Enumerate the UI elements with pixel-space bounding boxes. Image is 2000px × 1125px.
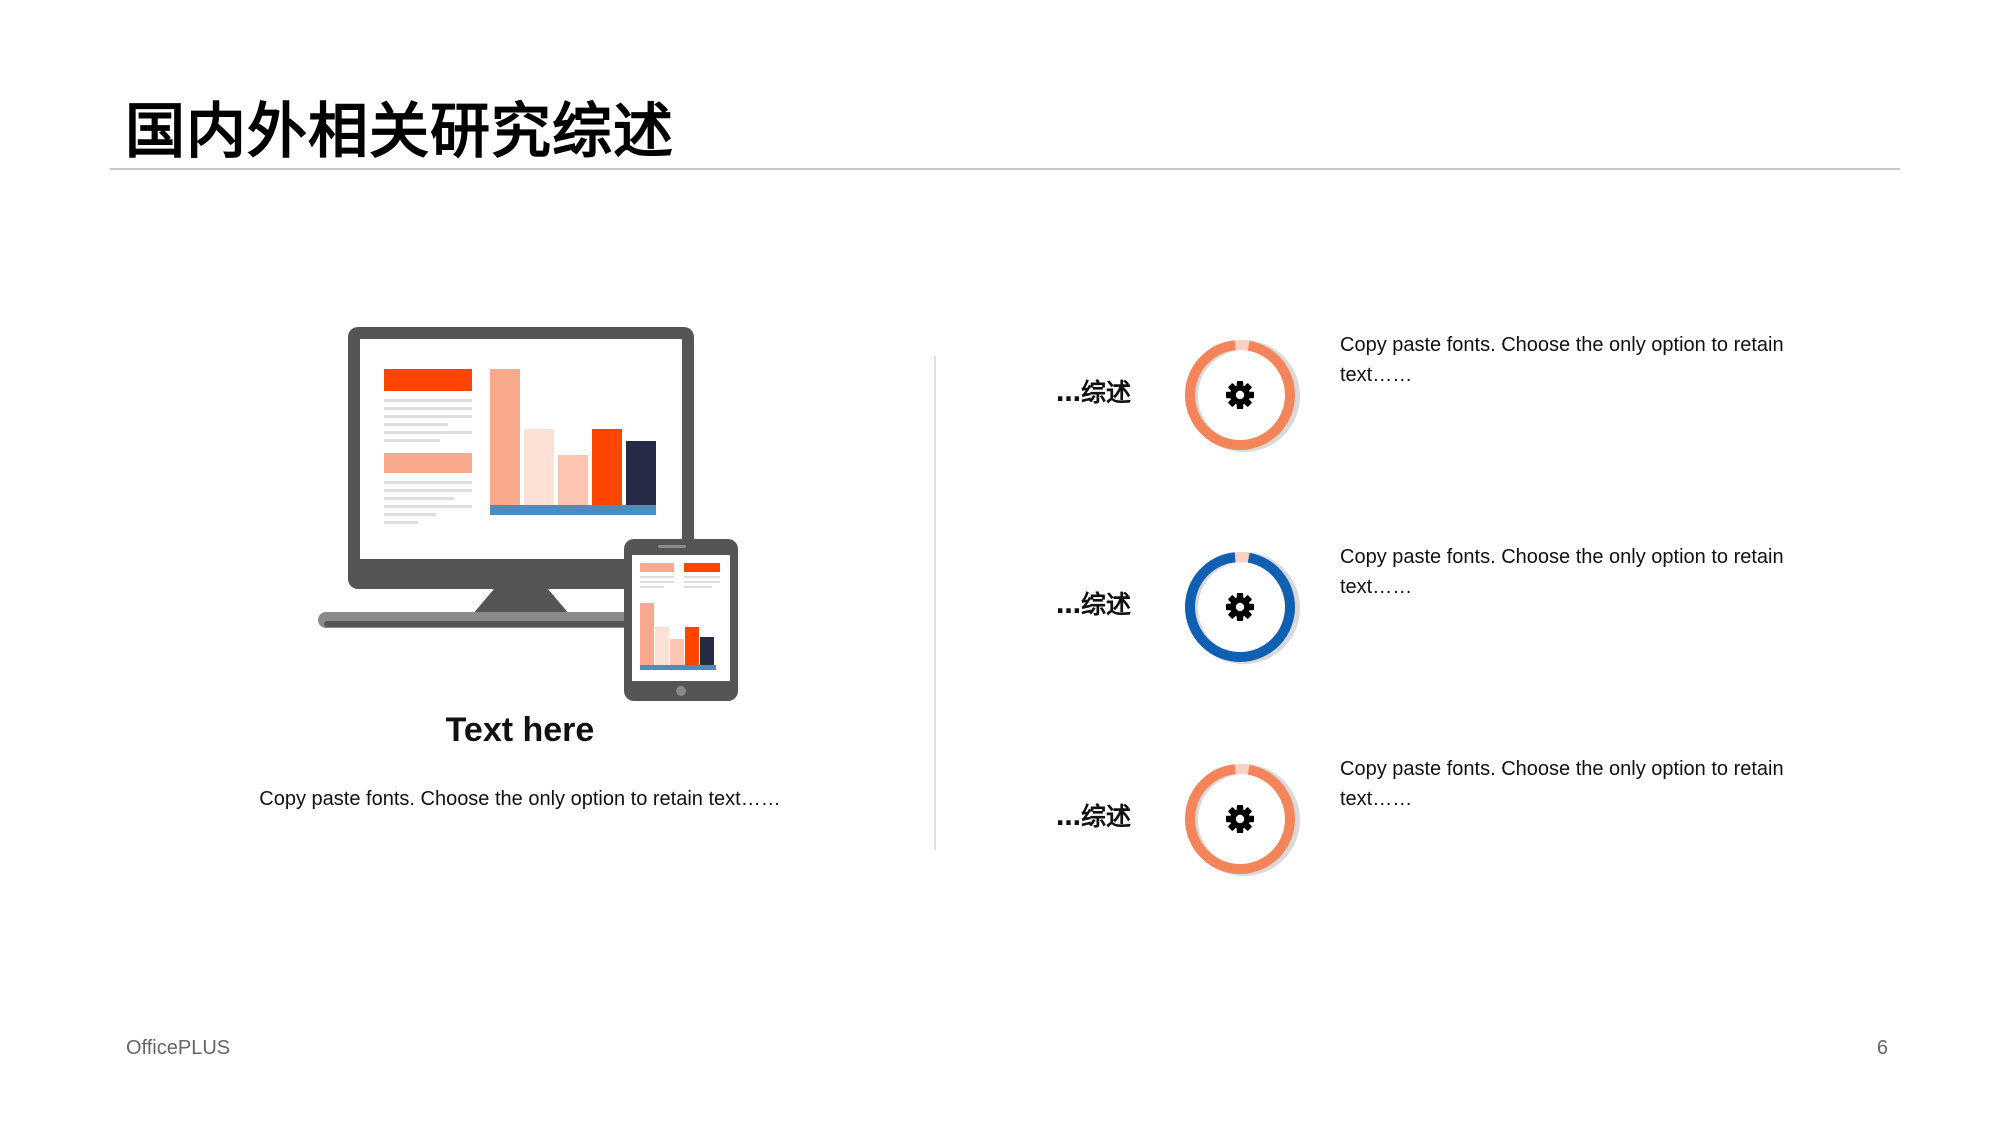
gear-icon [1226,381,1254,409]
slide-title: 国内外相关研究综述 [125,97,674,167]
progress-ring [1185,340,1300,452]
summary-item-label: …综述 [1056,802,1132,831]
summary-item-description: Copy paste fonts. Choose the only option… [1340,334,1784,386]
left-heading: Text here [445,711,595,749]
page-number: 6 [1876,1037,1888,1059]
progress-ring [1185,552,1300,664]
progress-ring [1185,764,1300,876]
monitor-stand [472,589,570,615]
title-divider [110,168,1900,170]
left-body-text: Copy paste fonts. Choose the only option… [259,788,781,810]
gear-icon [1226,593,1254,621]
summary-item-label: …综述 [1056,590,1132,619]
summary-item-label: …综述 [1056,378,1132,407]
summary-item-description: Copy paste fonts. Choose the only option… [1340,758,1784,810]
gear-icon [1226,805,1254,833]
devices-illustration [318,327,738,701]
footer-brand: OfficePLUS [126,1037,231,1059]
summary-item-description: Copy paste fonts. Choose the only option… [1340,546,1784,598]
summary-item: …综述 Copy paste fonts. Choose the only op… [1050,542,1930,672]
summary-item: …综述 Copy paste fonts. Choose the only op… [1050,754,1930,884]
vertical-divider [934,356,936,850]
summary-item: …综述 Copy paste fonts. Choose the only op… [1050,330,1930,460]
